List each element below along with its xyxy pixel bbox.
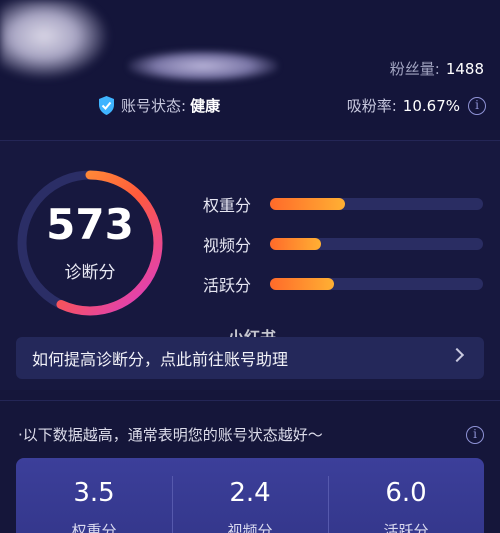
data-note: ·以下数据越高，通常表明您的账号状态越好～ xyxy=(18,426,323,444)
metric-weight: 权重分 xyxy=(203,192,483,216)
profile-header: 粉丝量: 1488 账号状态: 健康 吸粉率: 10.67% i xyxy=(0,0,500,130)
stat-label: 视频分 xyxy=(227,522,273,533)
fan-rate: 吸粉率: 10.67% i xyxy=(347,95,486,116)
info-icon[interactable]: i xyxy=(466,426,484,444)
stat-activity[interactable]: 6.0 活跃分 xyxy=(328,458,484,533)
rate-label: 吸粉率: xyxy=(346,97,397,115)
score-value: 573 xyxy=(46,200,134,249)
avatar[interactable] xyxy=(0,0,110,80)
stat-label: 权重分 xyxy=(71,522,117,533)
metric-track xyxy=(270,238,483,250)
metric-label: 活跃分 xyxy=(203,276,252,295)
metric-video: 视频分 xyxy=(203,232,483,256)
shield-check-icon xyxy=(99,96,114,115)
metric-label: 权重分 xyxy=(203,196,252,215)
stat-value: 3.5 xyxy=(73,478,115,508)
account-status: 账号状态: 健康 xyxy=(98,95,220,116)
stat-video[interactable]: 2.4 视频分 xyxy=(172,458,328,533)
stat-value: 2.4 xyxy=(229,478,271,508)
fans-value: 1488 xyxy=(445,60,484,78)
help-text: 如何提高诊断分，点此前往账号助理 xyxy=(32,350,289,369)
stat-weight[interactable]: 3.5 权重分 xyxy=(16,458,172,533)
metric-track xyxy=(270,278,483,290)
metric-label: 视频分 xyxy=(203,236,252,255)
stat-label: 活跃分 xyxy=(383,522,429,533)
stats-panel: 3.5 权重分 2.4 视频分 6.0 活跃分 xyxy=(16,458,484,533)
stat-value: 6.0 xyxy=(385,478,427,508)
metric-activity: 活跃分 xyxy=(203,272,483,296)
info-icon[interactable]: i xyxy=(468,96,486,115)
fans-count: 粉丝量: 1488 xyxy=(390,58,484,79)
metric-fill xyxy=(270,278,334,290)
score-label: 诊断分 xyxy=(64,263,116,283)
rate-value: 10.67% xyxy=(402,96,460,115)
username xyxy=(128,50,278,82)
metric-fill xyxy=(270,238,322,250)
metric-track xyxy=(270,198,483,210)
help-link-bar[interactable]: 如何提高诊断分，点此前往账号助理 xyxy=(16,337,484,379)
status-value: 健康 xyxy=(190,97,221,115)
status-label: 账号状态: xyxy=(121,97,187,115)
metric-fill xyxy=(270,198,345,210)
fans-label: 粉丝量: xyxy=(389,60,440,78)
chevron-right-icon xyxy=(449,347,465,363)
divider xyxy=(0,400,500,401)
